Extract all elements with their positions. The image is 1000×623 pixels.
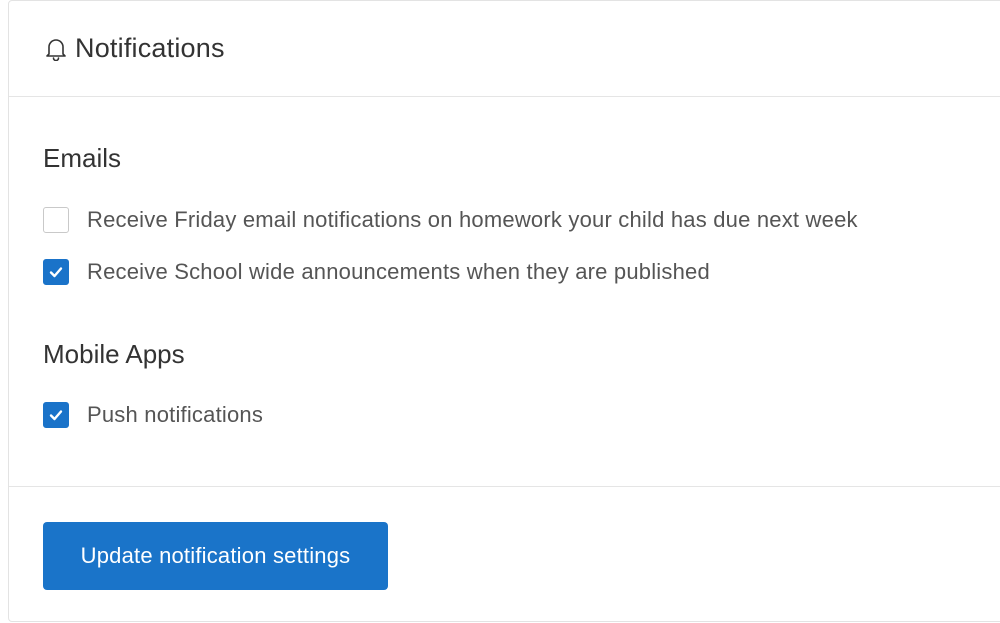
push-notifications-label: Push notifications (87, 402, 264, 427)
card-footer: Update notification settings (9, 487, 1000, 622)
school-announcements-checkbox[interactable] (43, 259, 69, 285)
card-header: Notifications (9, 1, 1000, 97)
check-icon (49, 267, 63, 278)
card-body: Emails Receive Friday email notification… (9, 97, 1000, 487)
friday-homework-email-option[interactable]: Receive Friday email notifications on ho… (43, 207, 858, 233)
update-notification-settings-button[interactable]: Update notification settings (43, 522, 388, 590)
bell-icon (45, 36, 67, 62)
notifications-card: Notifications Emails Receive Friday emai… (8, 0, 1000, 622)
mobile-apps-section-title: Mobile Apps (43, 339, 185, 369)
page-title: Notifications (75, 33, 225, 63)
push-notifications-checkbox[interactable] (43, 402, 69, 428)
school-announcements-label: Receive School wide announcements when t… (87, 259, 710, 284)
friday-homework-email-label: Receive Friday email notifications on ho… (87, 207, 858, 232)
friday-homework-email-checkbox[interactable] (43, 207, 69, 233)
check-icon (49, 410, 63, 421)
push-notifications-option[interactable]: Push notifications (43, 402, 263, 428)
emails-section-title: Emails (43, 143, 122, 173)
school-announcements-option[interactable]: Receive School wide announcements when t… (43, 259, 710, 285)
